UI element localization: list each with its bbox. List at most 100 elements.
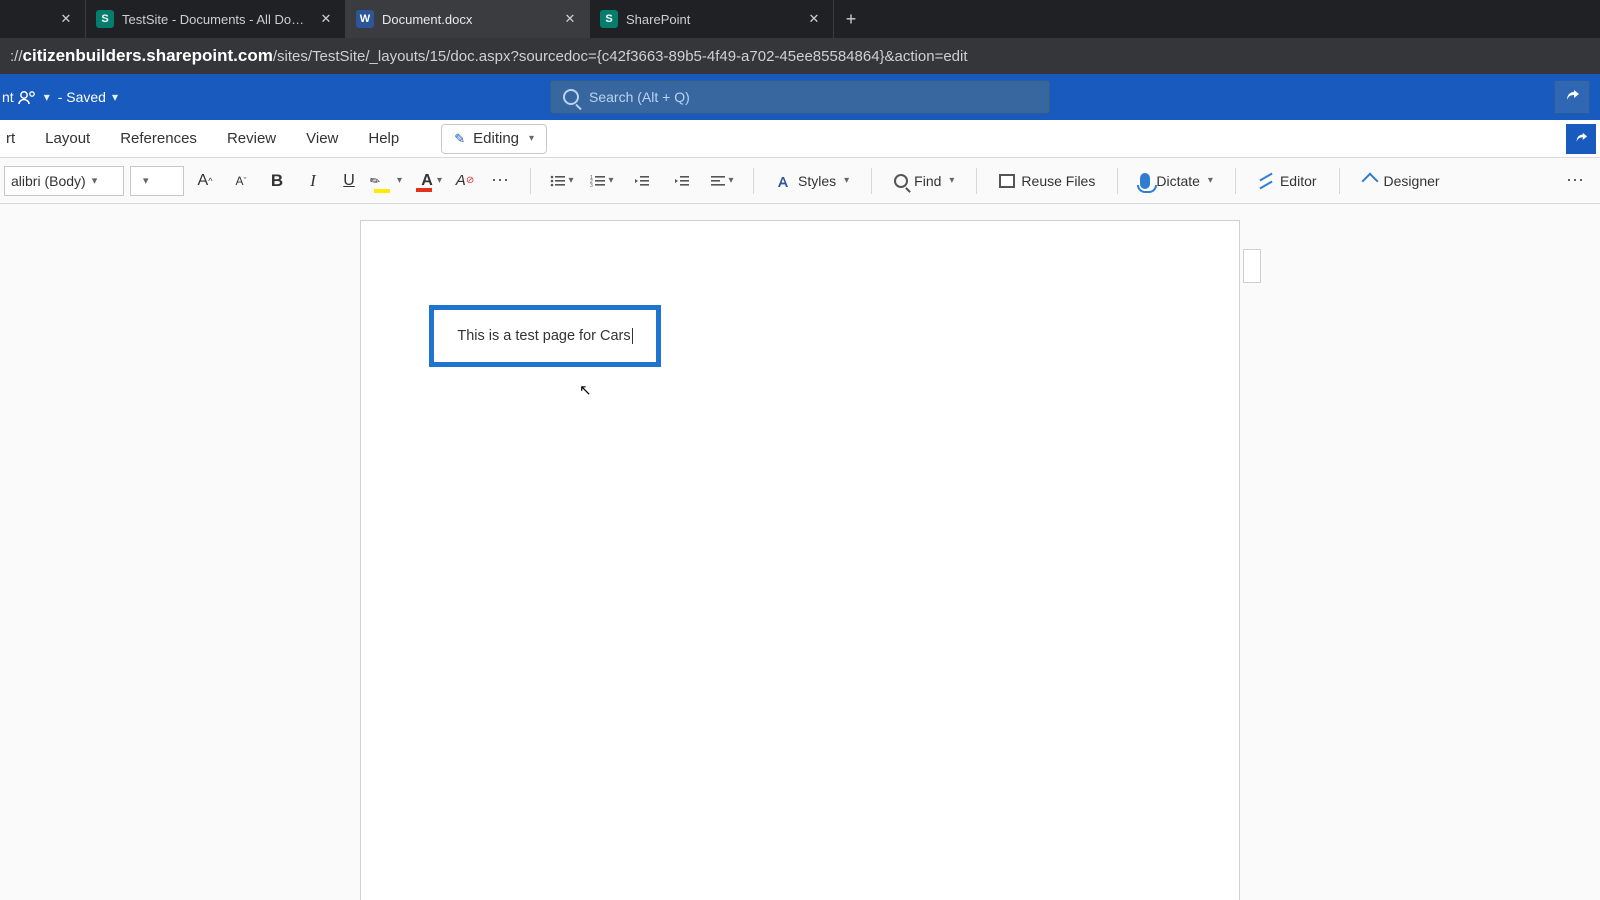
chevron-down-icon: ▾ <box>143 174 149 187</box>
document-page[interactable]: This is a test page for Cars ↖ <box>360 220 1240 900</box>
bullets-icon <box>550 174 566 188</box>
numbered-list-icon: 123 <box>590 174 606 188</box>
word-title-bar: nt ▾ - Saved ▾ Search (Alt + Q) <box>0 74 1600 120</box>
styles-label: Styles <box>798 173 836 189</box>
browser-tab-document[interactable]: W Document.docx ✕ <box>346 0 590 38</box>
shrink-font-button[interactable]: Aˇ <box>226 166 256 196</box>
decrease-indent-button[interactable] <box>625 166 659 196</box>
share-button[interactable] <box>1554 80 1590 114</box>
italic-button[interactable]: I <box>298 166 328 196</box>
document-name-fragment: nt <box>2 89 14 105</box>
search-placeholder: Search (Alt + Q) <box>589 89 690 105</box>
share-ribbon-button[interactable] <box>1566 124 1596 154</box>
highlight-swatch <box>374 189 390 193</box>
url-text: ://citizenbuilders.sharepoint.com/sites/… <box>10 46 968 66</box>
close-icon[interactable]: ✕ <box>57 10 75 28</box>
dictate-button[interactable]: Dictate ▾ <box>1132 166 1221 196</box>
find-label: Find <box>914 173 941 189</box>
chevron-down-icon: ▾ <box>1208 175 1213 186</box>
tab-strip: ✕ S TestSite - Documents - All Docun ✕ W… <box>0 0 1600 38</box>
font-color-swatch <box>416 188 432 192</box>
close-icon[interactable]: ✕ <box>805 10 823 28</box>
separator <box>976 168 977 194</box>
chevron-down-icon[interactable]: ▾ <box>112 90 118 104</box>
formatting-toolbar: alibri (Body) ▾ ▾ A^ Aˇ B I U ✎ ▾ A ▾ A⊘… <box>0 158 1600 204</box>
separator <box>1235 168 1236 194</box>
pencil-icon: ✎ <box>454 131 465 147</box>
align-button[interactable]: ▾ <box>705 166 739 196</box>
address-bar[interactable]: ://citizenbuilders.sharepoint.com/sites/… <box>0 38 1600 74</box>
chevron-down-icon: ▾ <box>92 174 98 187</box>
underline-button[interactable]: U <box>334 166 364 196</box>
svg-text:3: 3 <box>590 183 593 188</box>
increase-indent-button[interactable] <box>665 166 699 196</box>
chevron-down-icon: ▾ <box>728 175 733 186</box>
styles-button[interactable]: Styles ▾ <box>768 166 857 196</box>
chevron-down-icon: ▾ <box>397 175 402 186</box>
text-box[interactable]: This is a test page for Cars <box>429 305 661 367</box>
browser-chrome: ✕ S TestSite - Documents - All Docun ✕ W… <box>0 0 1600 74</box>
bold-button[interactable]: B <box>262 166 292 196</box>
document-canvas[interactable]: This is a test page for Cars ↖ <box>0 204 1600 900</box>
ribbon-tab-references[interactable]: References <box>118 124 199 153</box>
editor-button[interactable]: Editor <box>1250 166 1325 196</box>
ribbon-tab-help[interactable]: Help <box>366 124 401 153</box>
editing-label: Editing <box>473 130 519 147</box>
editor-icon <box>1258 173 1274 189</box>
ribbon-tab-insert[interactable]: rt <box>4 124 17 153</box>
microphone-icon <box>1140 173 1150 189</box>
new-tab-button[interactable]: + <box>834 0 868 38</box>
ribbon-tabs: rt Layout References Review View Help ✎ … <box>0 120 1600 158</box>
reuse-files-button[interactable]: Reuse Files <box>991 166 1103 196</box>
chevron-down-icon[interactable]: ▾ <box>44 90 50 104</box>
browser-tab-testsite[interactable]: S TestSite - Documents - All Docun ✕ <box>86 0 346 38</box>
sharepoint-icon: S <box>600 10 618 28</box>
font-name-combo[interactable]: alibri (Body) ▾ <box>4 166 124 196</box>
chevron-down-icon: ▾ <box>844 175 849 186</box>
find-button[interactable]: Find ▾ <box>886 166 962 196</box>
clear-formatting-button[interactable]: A⊘ <box>450 166 480 196</box>
tab-title: TestSite - Documents - All Docun <box>122 12 309 27</box>
close-icon[interactable]: ✕ <box>317 10 335 28</box>
chevron-down-icon: ▾ <box>568 175 573 186</box>
designer-button[interactable]: Designer <box>1354 166 1448 196</box>
separator <box>871 168 872 194</box>
ribbon-tab-review[interactable]: Review <box>225 124 278 153</box>
tab-title: SharePoint <box>626 12 797 27</box>
browser-tab-sharepoint[interactable]: S SharePoint ✕ <box>590 0 834 38</box>
editor-label: Editor <box>1280 173 1317 189</box>
separator <box>1117 168 1118 194</box>
saved-status: - Saved <box>58 89 106 105</box>
highlight-color-button[interactable]: ✎ ▾ <box>370 166 404 196</box>
styles-icon <box>776 173 792 189</box>
chevron-down-icon: ▾ <box>529 133 534 144</box>
bullets-button[interactable]: ▾ <box>545 166 579 196</box>
dictate-label: Dictate <box>1156 173 1200 189</box>
text-box-content: This is a test page for Cars <box>457 328 632 344</box>
sharing-status-icon[interactable] <box>18 89 38 105</box>
designer-icon <box>1362 173 1378 189</box>
search-icon <box>894 174 908 188</box>
sharepoint-icon: S <box>96 10 114 28</box>
ribbon-tab-layout[interactable]: Layout <box>43 124 92 153</box>
separator <box>530 168 531 194</box>
ribbon-tab-view[interactable]: View <box>304 124 340 153</box>
numbered-list-button[interactable]: 123 ▾ <box>585 166 619 196</box>
font-color-button[interactable]: A ▾ <box>410 166 444 196</box>
toolbar-overflow-button[interactable]: ⋯ <box>1556 166 1596 196</box>
editing-mode-button[interactable]: ✎ Editing ▾ <box>441 124 547 154</box>
chevron-down-icon: ▾ <box>608 175 613 186</box>
close-icon[interactable]: ✕ <box>561 10 579 28</box>
reuse-files-label: Reuse Files <box>1021 173 1095 189</box>
font-name-value: alibri (Body) <box>11 173 86 189</box>
search-box[interactable]: Search (Alt + Q) <box>550 80 1050 114</box>
grow-font-button[interactable]: A^ <box>190 166 220 196</box>
font-size-combo[interactable]: ▾ <box>130 166 184 196</box>
comment-marker[interactable] <box>1243 249 1261 283</box>
search-icon <box>563 89 579 105</box>
browser-tab-prev[interactable]: ✕ <box>6 0 86 38</box>
word-icon: W <box>356 10 374 28</box>
align-icon <box>710 174 726 188</box>
more-font-button[interactable]: ⋯ <box>486 166 516 196</box>
decrease-indent-icon <box>634 174 650 188</box>
